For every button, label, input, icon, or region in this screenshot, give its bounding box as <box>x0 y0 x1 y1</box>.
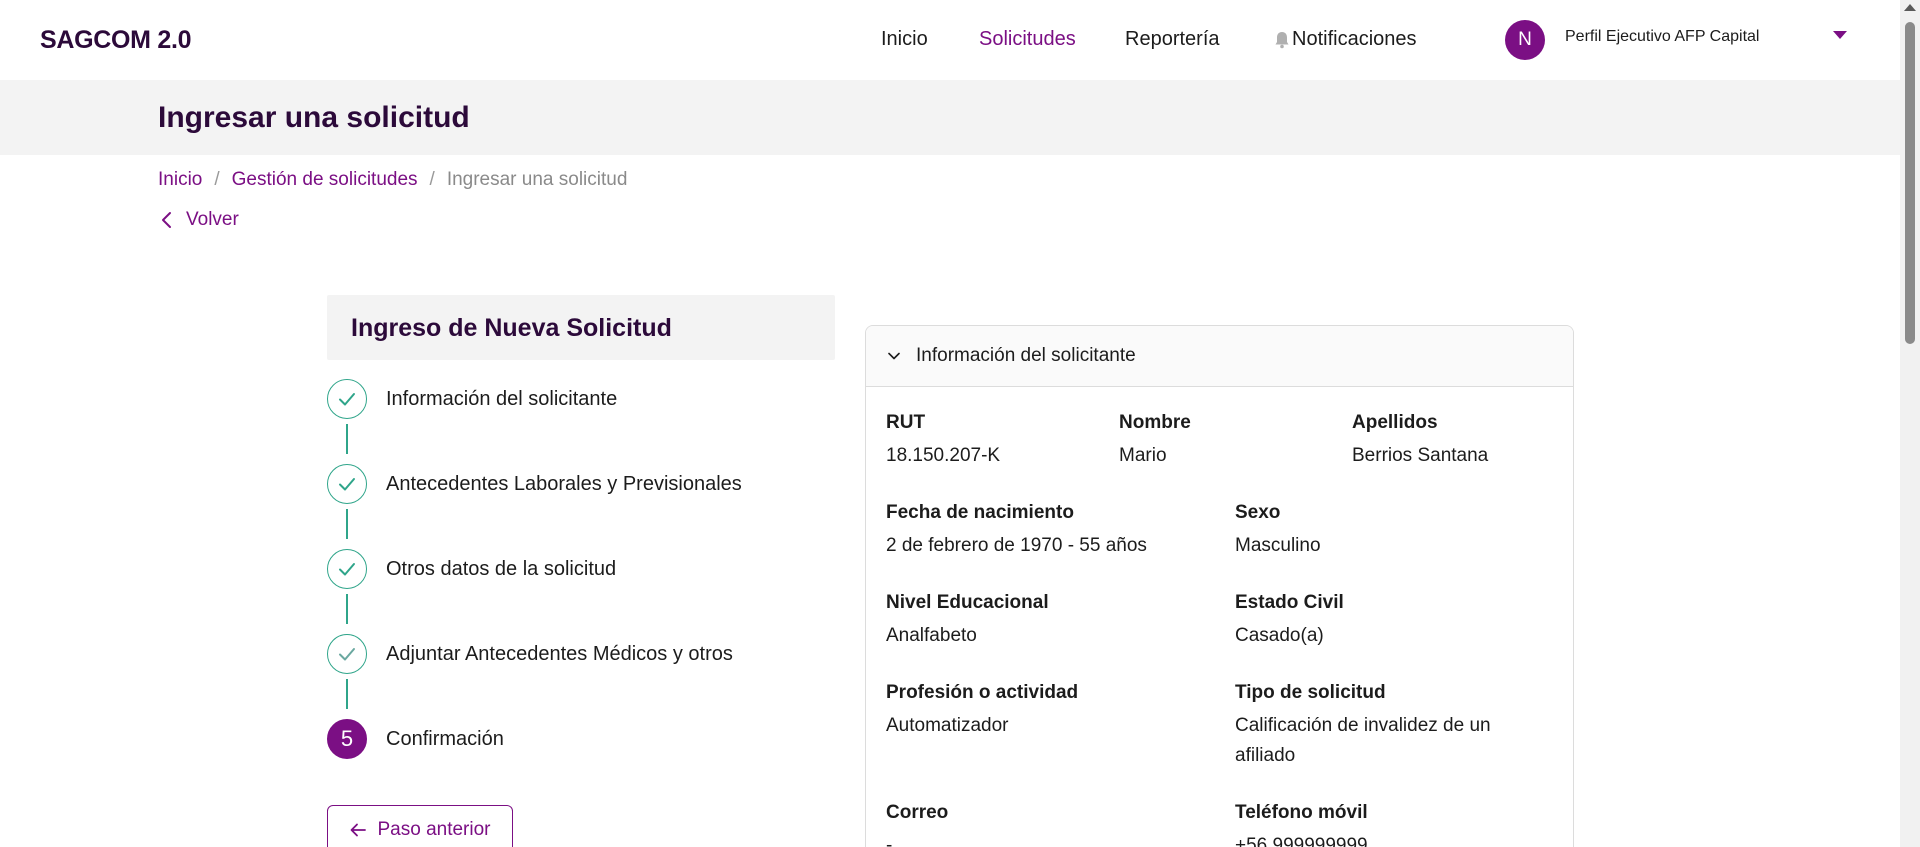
nav-notificaciones[interactable]: Notificaciones <box>1274 28 1417 51</box>
avatar[interactable]: N <box>1505 20 1545 60</box>
field-rut: RUT 18.150.207-K <box>886 412 1000 471</box>
field-apellidos: Apellidos Berrios Santana <box>1352 412 1488 471</box>
breadcrumb-gestion[interactable]: Gestión de solicitudes <box>232 169 418 191</box>
field-nombre: Nombre Mario <box>1119 412 1191 471</box>
scroll-up-icon[interactable] <box>1904 4 1916 11</box>
step-4-circle <box>327 634 367 674</box>
breadcrumb-current: Ingresar una solicitud <box>446 169 628 190</box>
breadcrumb-inicio[interactable]: Inicio <box>158 169 202 191</box>
step-connector <box>346 424 348 454</box>
check-icon <box>339 478 355 491</box>
step-1-circle <box>327 379 367 419</box>
step-3-circle <box>327 549 367 589</box>
arrow-left-icon <box>351 823 367 837</box>
chevron-left-icon <box>162 212 171 228</box>
breadcrumb-separator: / <box>429 169 435 190</box>
field-telefono: Teléfono móvil +56 999999999 <box>1235 802 1368 847</box>
breadcrumb: Inicio / Gestión de solicitudes / Ingres… <box>158 169 627 191</box>
field-estado-civil: Estado Civil Casado(a) <box>1235 592 1344 651</box>
field-fecha-value: 2 de febrero de 1970 - 55 años <box>886 535 1147 556</box>
step-5[interactable]: 5 Confirmación <box>327 719 504 759</box>
step-1-label: Información del solicitante <box>386 387 618 410</box>
field-fecha-nacimiento: Fecha de nacimiento 2 de febrero de 1970… <box>886 502 1147 561</box>
brand-logo[interactable]: SAGCOM 2.0 <box>40 26 192 55</box>
previous-step-button[interactable]: Paso anterior <box>327 805 513 847</box>
applicant-info-title: Información del solicitante <box>916 345 1136 366</box>
stepper-header: Ingreso de Nueva Solicitud <box>327 295 835 360</box>
back-link[interactable]: Volver <box>158 209 239 231</box>
field-nivel-value: Analfabeto <box>886 625 977 646</box>
field-rut-label: RUT <box>886 412 926 433</box>
scrollbar-thumb[interactable] <box>1905 22 1915 344</box>
step-5-circle: 5 <box>327 719 367 759</box>
step-connector <box>346 594 348 624</box>
nav-inicio[interactable]: Inicio <box>881 28 928 51</box>
step-5-label: Confirmación <box>386 727 504 750</box>
profile-name[interactable]: Perfil Ejecutivo AFP Capital <box>1565 28 1759 46</box>
step-2[interactable]: Antecedentes Laborales y Previsionales <box>327 464 742 504</box>
field-correo-value: - <box>886 835 893 847</box>
field-telefono-label: Teléfono móvil <box>1235 802 1368 823</box>
step-connector <box>346 679 348 709</box>
page-title: Ingresar una solicitud <box>158 101 470 134</box>
applicant-info-card: Información del solicitante RUT 18.150.2… <box>865 325 1574 847</box>
applicant-info-toggle[interactable]: Información del solicitante <box>866 326 1573 387</box>
step-2-label: Antecedentes Laborales y Previsionales <box>386 472 742 495</box>
field-nombre-label: Nombre <box>1119 412 1191 433</box>
field-nombre-value: Mario <box>1119 445 1167 466</box>
nav-notificaciones-label: Notificaciones <box>1292 28 1417 50</box>
check-icon <box>339 393 355 406</box>
step-3[interactable]: Otros datos de la solicitud <box>327 549 616 589</box>
step-connector <box>346 509 348 539</box>
field-correo: Correo - <box>886 802 948 847</box>
field-correo-label: Correo <box>886 802 949 823</box>
check-icon <box>339 563 355 576</box>
check-icon <box>339 648 355 661</box>
field-profesion-label: Profesión o actividad <box>886 682 1079 703</box>
field-tipo-solicitud: Tipo de solicitud Calificación de invali… <box>1235 682 1535 771</box>
title-band: Ingresar una solicitud <box>0 80 1900 155</box>
step-4-label: Adjuntar Antecedentes Médicos y otros <box>386 642 733 665</box>
field-nivel-label: Nivel Educacional <box>886 592 1049 613</box>
chevron-down-icon <box>888 352 900 360</box>
stepper-title: Ingreso de Nueva Solicitud <box>351 314 672 342</box>
field-nivel-educacional: Nivel Educacional Analfabeto <box>886 592 1049 651</box>
field-profesion-value: Automatizador <box>886 715 1009 736</box>
top-header: SAGCOM 2.0 Inicio Solicitudes Reportería… <box>0 0 1900 80</box>
field-rut-value: 18.150.207-K <box>886 445 1001 466</box>
field-sexo-label: Sexo <box>1235 502 1281 523</box>
field-sexo-value: Masculino <box>1235 535 1321 556</box>
field-apellidos-label: Apellidos <box>1352 412 1438 433</box>
field-fecha-label: Fecha de nacimiento <box>886 502 1074 523</box>
chevron-down-icon[interactable] <box>1833 31 1847 39</box>
field-telefono-value: +56 999999999 <box>1235 835 1368 847</box>
step-4[interactable]: Adjuntar Antecedentes Médicos y otros <box>327 634 733 674</box>
breadcrumb-separator: / <box>214 169 220 190</box>
field-profesion: Profesión o actividad Automatizador <box>886 682 1078 741</box>
field-estado-value: Casado(a) <box>1235 625 1324 646</box>
step-3-label: Otros datos de la solicitud <box>386 557 617 580</box>
step-2-circle <box>327 464 367 504</box>
previous-step-label: Paso anterior <box>377 819 491 840</box>
back-label: Volver <box>186 209 239 230</box>
bell-icon <box>1275 31 1289 48</box>
nav-reporteria[interactable]: Reportería <box>1125 28 1220 51</box>
field-apellidos-value: Berrios Santana <box>1352 445 1489 466</box>
field-tipo-value: Calificación de invalidez de un afiliado <box>1235 715 1491 766</box>
step-1[interactable]: Información del solicitante <box>327 379 617 419</box>
field-tipo-label: Tipo de solicitud <box>1235 682 1386 703</box>
field-estado-label: Estado Civil <box>1235 592 1344 613</box>
field-sexo: Sexo Masculino <box>1235 502 1321 561</box>
nav-solicitudes[interactable]: Solicitudes <box>979 28 1076 51</box>
